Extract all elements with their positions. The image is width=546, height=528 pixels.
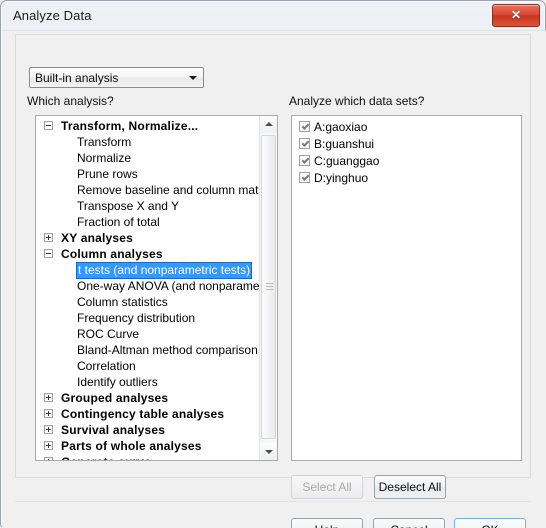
data-set-label: A:gaoxiao <box>314 120 368 134</box>
tree-item-row[interactable]: Normalize <box>36 150 260 166</box>
analysis-tree-scrollbar[interactable] <box>259 116 277 460</box>
tree-item-label: Prune rows <box>77 167 138 181</box>
data-set-label: C:guanggao <box>314 154 380 168</box>
data-set-row[interactable]: C:guanggao <box>292 153 521 170</box>
tree-group-label: XY analyses <box>61 231 134 245</box>
collapse-icon[interactable] <box>44 121 53 130</box>
tree-item-row[interactable]: t tests (and nonparametric tests) <box>36 262 260 279</box>
expand-icon[interactable] <box>44 425 53 434</box>
tree-group-label: Parts of whole analyses <box>61 439 202 453</box>
tree-item-row[interactable]: Transpose X and Y <box>36 198 260 214</box>
tree-item-row[interactable]: Bland-Altman method comparison <box>36 342 260 358</box>
tree-item-label: Remove baseline and column math <box>77 183 266 197</box>
data-set-label: B:guanshui <box>314 137 375 151</box>
help-button[interactable]: Help <box>291 518 363 528</box>
tree-item-row[interactable]: Identify outliers <box>36 374 260 390</box>
tree-group-row[interactable]: XY analyses <box>36 230 260 246</box>
tree-item-label: Bland-Altman method comparison <box>77 343 258 357</box>
expand-icon[interactable] <box>44 457 53 460</box>
tree-group-row[interactable]: Survival analyses <box>36 422 260 438</box>
tree-group-label: Survival analyses <box>61 423 166 437</box>
tree-group-row[interactable]: Transform, Normalize... <box>36 118 260 134</box>
select-all-button[interactable]: Select All <box>291 475 363 499</box>
window-title: Analyze Data <box>13 8 92 23</box>
tree-item-row[interactable]: ROC Curve <box>36 326 260 342</box>
footer-divider <box>15 501 531 502</box>
tree-group-row[interactable]: Generate curve <box>36 454 260 460</box>
data-set-label: D:yinghuo <box>314 171 369 185</box>
caret-up-icon <box>265 122 273 126</box>
tree-group-row[interactable]: Grouped analyses <box>36 390 260 406</box>
data-set-row[interactable]: A:gaoxiao <box>292 119 521 136</box>
scrollbar-thumb[interactable] <box>261 135 276 439</box>
analysis-mode-value: Built-in analysis <box>35 71 119 85</box>
tree-item-row[interactable]: One-way ANOVA (and nonparametric) <box>36 278 277 294</box>
tree-group-label: Grouped analyses <box>61 391 169 405</box>
tree-item-row[interactable]: Correlation <box>36 358 260 374</box>
tree-item-row[interactable]: Transform <box>36 134 260 150</box>
grip-icon <box>266 283 273 291</box>
tree-item-label: Fraction of total <box>77 215 160 229</box>
tree-item-label: Correlation <box>77 359 136 373</box>
caret-down-icon <box>265 450 273 454</box>
tree-group-label: Column analyses <box>61 247 163 261</box>
tree-group-label: Generate curve <box>61 455 151 460</box>
which-analysis-label: Which analysis? <box>27 94 114 108</box>
analysis-tree[interactable]: Transform, Normalize... Transform Normaliz… <box>35 115 278 461</box>
tree-group-row[interactable]: Column analyses <box>36 246 260 262</box>
analysis-tree-items: Transform, Normalize... Transform Normaliz… <box>36 118 277 460</box>
tree-group-label: Contingency table analyses <box>61 407 225 421</box>
expand-icon[interactable] <box>44 233 53 242</box>
deselect-all-button[interactable]: Deselect All <box>374 475 446 499</box>
tree-item-row[interactable]: Frequency distribution <box>36 310 260 326</box>
tree-item-row[interactable]: Column statistics <box>36 294 260 310</box>
scroll-up-button[interactable] <box>260 116 277 133</box>
dialog-window: Analyze Data ✕ Built-in analysis Which a… <box>0 0 546 528</box>
chevron-down-icon <box>189 76 197 80</box>
collapse-icon[interactable] <box>44 249 53 258</box>
checkbox-checked-icon[interactable] <box>299 172 310 183</box>
expand-icon[interactable] <box>44 441 53 450</box>
data-sets-list[interactable]: A:gaoxiao B:guanshui C:guanggao D:yinghuo <box>291 115 522 461</box>
which-data-sets-label: Analyze which data sets? <box>289 94 425 108</box>
checkbox-checked-icon[interactable] <box>299 121 310 132</box>
expand-icon[interactable] <box>44 409 53 418</box>
tree-item-row[interactable]: Fraction of total <box>36 214 260 230</box>
tree-item-label: Transform <box>77 135 132 149</box>
analyze-data-dialog: Analyze Data ✕ Built-in analysis Which a… <box>0 0 546 528</box>
tree-item-label: Column statistics <box>77 295 168 309</box>
tree-group-row[interactable]: Contingency table analyses <box>36 406 260 422</box>
cancel-button[interactable]: Cancel <box>373 518 445 528</box>
tree-item-label: Frequency distribution <box>77 311 196 325</box>
tree-item-label: One-way ANOVA (and nonparametric) <box>77 279 278 293</box>
tree-group-row[interactable]: Parts of whole analyses <box>36 438 260 454</box>
data-set-row[interactable]: D:yinghuo <box>292 170 521 187</box>
tree-item-label-selected: t tests (and nonparametric tests) <box>75 262 253 279</box>
tree-item-label: Identify outliers <box>77 375 158 389</box>
tree-item-label: Transpose X and Y <box>77 199 180 213</box>
ok-button[interactable]: OK <box>454 518 526 528</box>
tree-item-row[interactable]: Remove baseline and column math <box>36 182 265 198</box>
close-icon: ✕ <box>510 8 522 22</box>
tree-item-label: Normalize <box>77 151 132 165</box>
data-set-row[interactable]: B:guanshui <box>292 136 521 153</box>
expand-icon[interactable] <box>44 393 53 402</box>
title-bar: Analyze Data ✕ <box>1 1 545 31</box>
tree-item-label: ROC Curve <box>77 327 140 341</box>
checkbox-checked-icon[interactable] <box>299 155 310 166</box>
dialog-client-area: Built-in analysis Which analysis? Analyz… <box>2 30 546 528</box>
tree-group-label: Transform, Normalize... <box>61 119 199 133</box>
scroll-down-button[interactable] <box>260 443 277 460</box>
analysis-mode-select[interactable]: Built-in analysis <box>29 67 204 88</box>
close-button[interactable]: ✕ <box>492 4 540 27</box>
tree-item-row[interactable]: Prune rows <box>36 166 260 182</box>
checkbox-checked-icon[interactable] <box>299 138 310 149</box>
